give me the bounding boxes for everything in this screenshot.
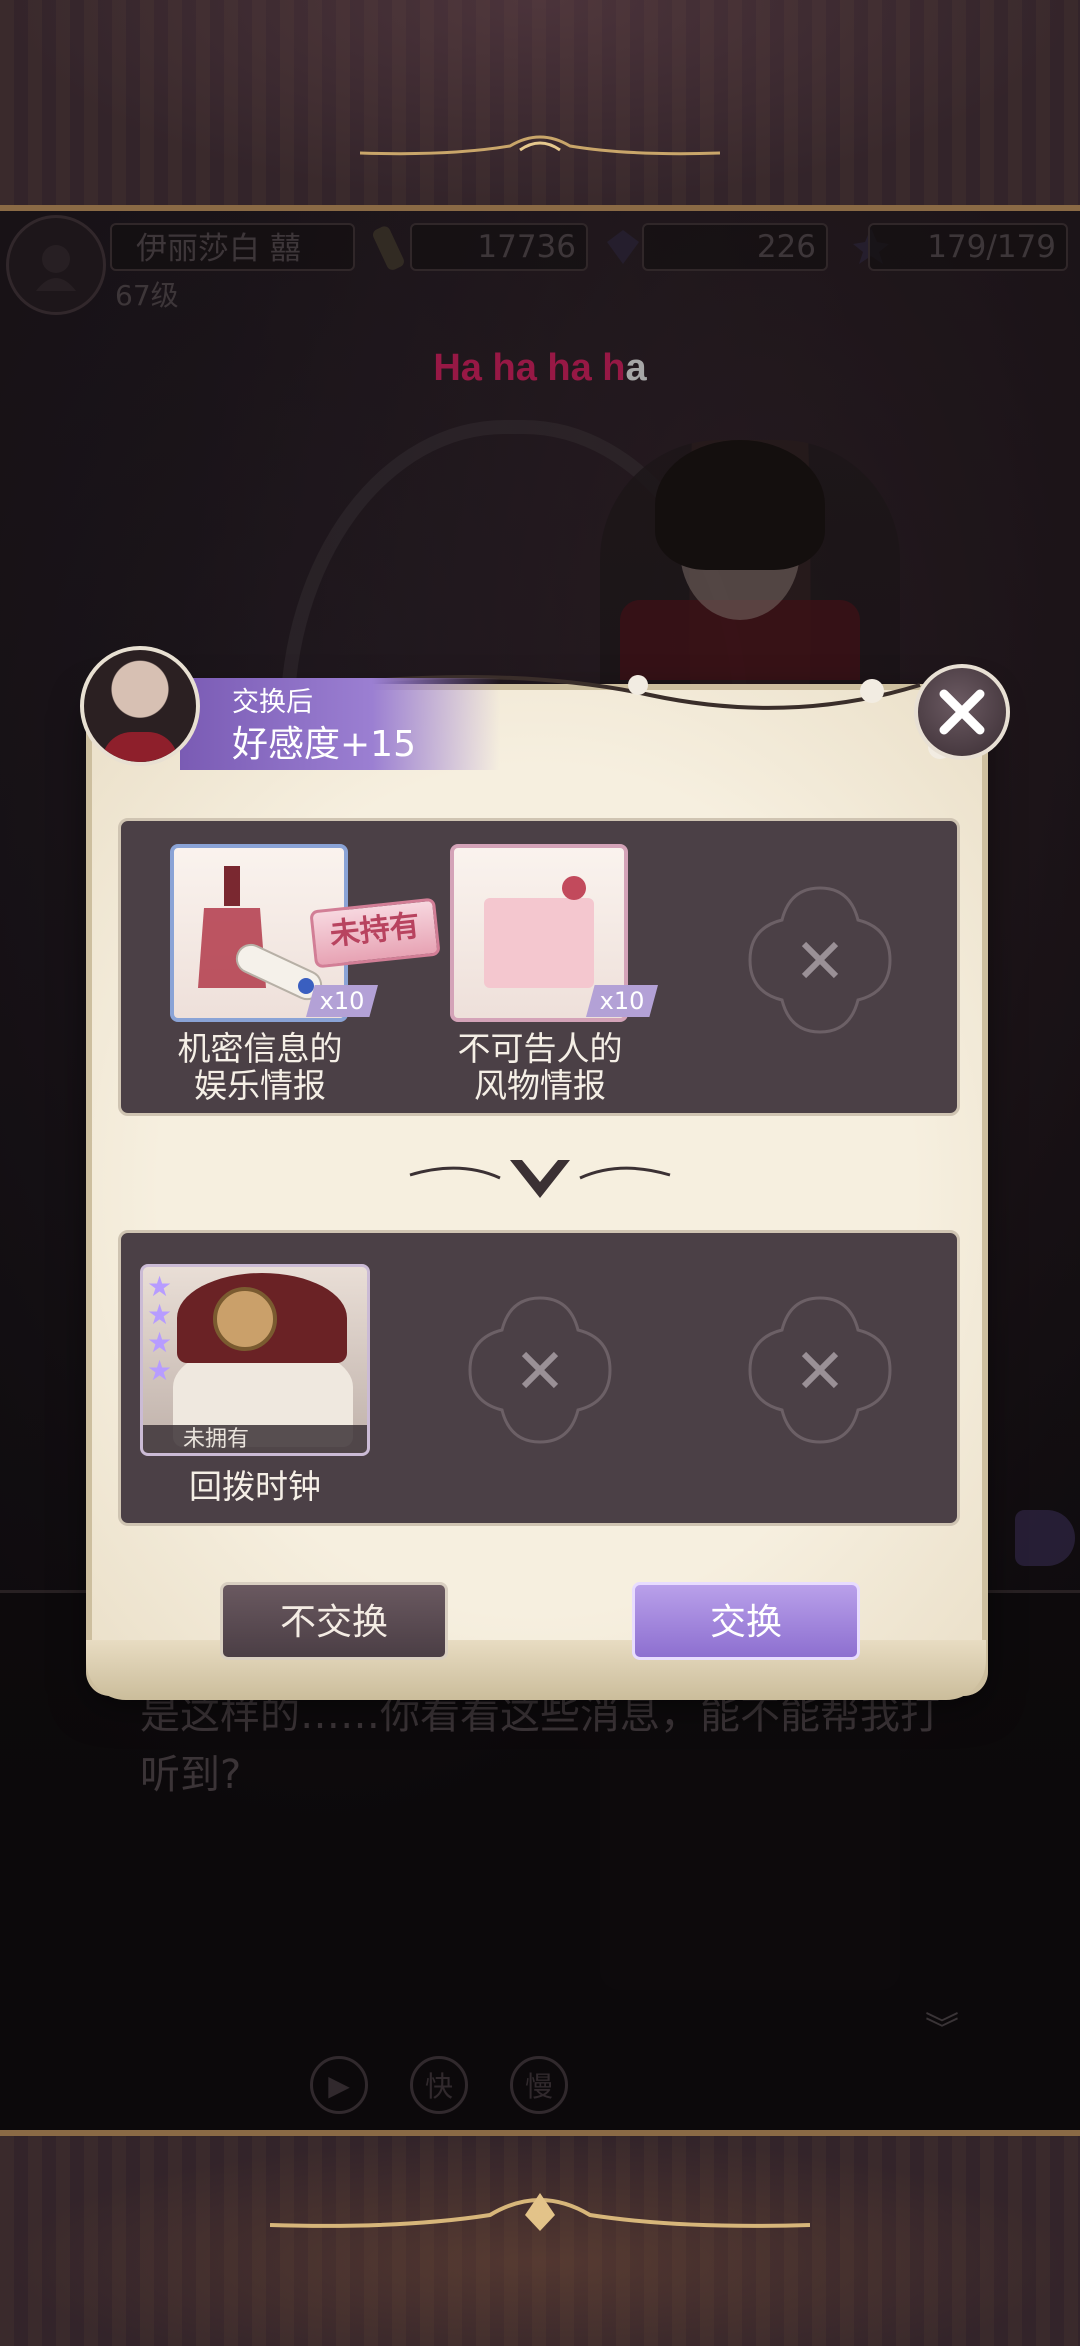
offer-item-2-qty: x10 (586, 985, 658, 1017)
empty-slot-icon (748, 1296, 892, 1444)
top-frame (0, 0, 1080, 211)
reward-item-1[interactable]: ★ ★ ★ ★ 未拥有 (140, 1264, 370, 1456)
close-button[interactable] (914, 664, 1010, 760)
bottom-ornament (270, 2193, 810, 2231)
offer-item-2-name-line2: 风物情报 (474, 1066, 606, 1105)
reward-item-name: 回拨时钟 (189, 1467, 321, 1506)
offer-item-1-qty: x10 (306, 985, 378, 1017)
decline-button[interactable]: 不交换 (220, 1582, 448, 1660)
reward-item-status: 未拥有 (143, 1425, 367, 1453)
portrait-collar (102, 732, 178, 762)
close-icon (939, 689, 985, 735)
offer-item-1-name-line1: 机密信息的 (177, 1029, 343, 1068)
top-ornament (360, 135, 720, 156)
affinity-subtitle: 交换后 (232, 687, 313, 718)
character-portrait (80, 646, 200, 766)
offer-item-2-name-line1: 不可告人的 (457, 1029, 623, 1068)
affinity-value: 好感度+15 (232, 724, 416, 765)
empty-slot-icon (468, 1296, 612, 1444)
empty-slot-icon (748, 886, 892, 1034)
exchange-button[interactable]: 交换 (632, 1582, 860, 1660)
star-rating: ★ ★ ★ ★ (147, 1270, 173, 1387)
offer-item-1-name-line2: 娱乐情报 (194, 1066, 326, 1105)
clock-icon (213, 1287, 277, 1351)
chevron-down-icon (409, 1160, 671, 1198)
